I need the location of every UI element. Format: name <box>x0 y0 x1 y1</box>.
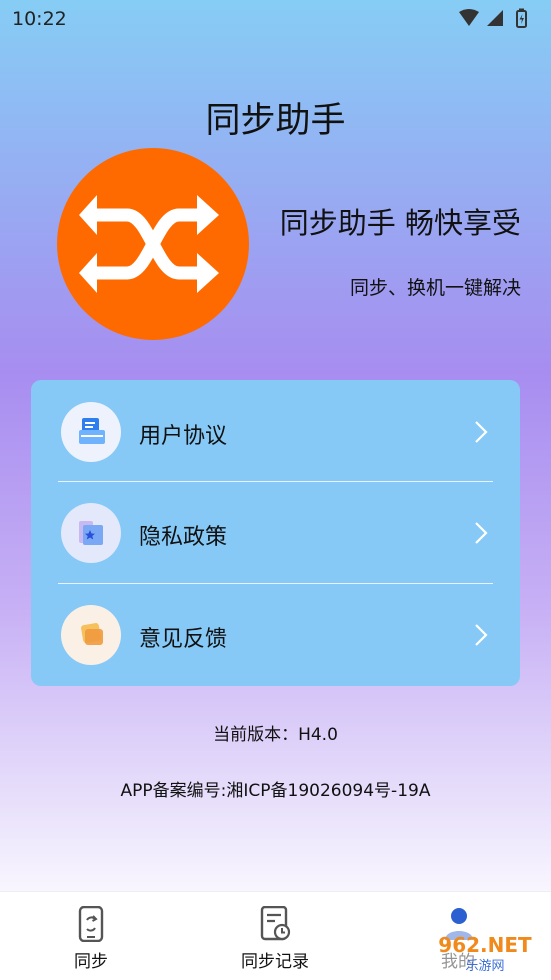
hero-slogan: 同步助手 畅快享受 <box>279 206 521 240</box>
divider <box>58 583 493 584</box>
version-text: 当前版本：H4.0 <box>213 725 338 745</box>
chevron-right-icon <box>475 624 488 646</box>
chevron-right-icon <box>475 522 488 544</box>
record-history-icon <box>260 906 291 941</box>
shuffle-icon <box>79 195 219 293</box>
wifi-icon <box>459 9 479 26</box>
divider <box>58 481 493 482</box>
menu-item-label: 隐私政策 <box>139 525 228 550</box>
nav-label: 同步 <box>74 952 108 972</box>
nav-item-sync[interactable]: 同步 <box>31 892 151 980</box>
document-icon <box>61 402 121 462</box>
menu-item-feedback[interactable]: 意见反馈 <box>31 585 520 685</box>
app-logo <box>57 148 249 340</box>
hero-subslogan: 同步、换机一键解决 <box>349 277 521 299</box>
svg-text:962.NET: 962.NET <box>438 933 532 957</box>
status-bar: 10:22 <box>0 0 551 36</box>
menu-item-user-agreement[interactable]: 用户协议 <box>31 382 520 482</box>
menu-item-privacy-policy[interactable]: 隐私政策 <box>31 483 520 583</box>
status-icons <box>459 8 527 28</box>
signal-icon <box>487 10 503 26</box>
svg-text:乐游网: 乐游网 <box>465 959 504 974</box>
menu-item-label: 意见反馈 <box>139 627 228 652</box>
icp-record-text: APP备案编号:湘ICP备19026094号-19A <box>120 781 431 801</box>
settings-card: 用户协议 隐私政策 意见反馈 <box>31 380 520 686</box>
watermark-logo: 962.NET 乐游网 <box>425 930 545 974</box>
app-title: 同步助手 <box>205 101 346 141</box>
chevron-right-icon <box>475 421 488 443</box>
nav-label: 同步记录 <box>241 952 309 972</box>
nav-item-sync-record[interactable]: 同步记录 <box>215 892 335 980</box>
phone-sync-icon <box>78 906 104 942</box>
feedback-icon <box>61 605 121 665</box>
privacy-folder-icon <box>61 503 121 563</box>
menu-item-label: 用户协议 <box>139 424 228 449</box>
status-time: 10:22 <box>12 8 67 30</box>
